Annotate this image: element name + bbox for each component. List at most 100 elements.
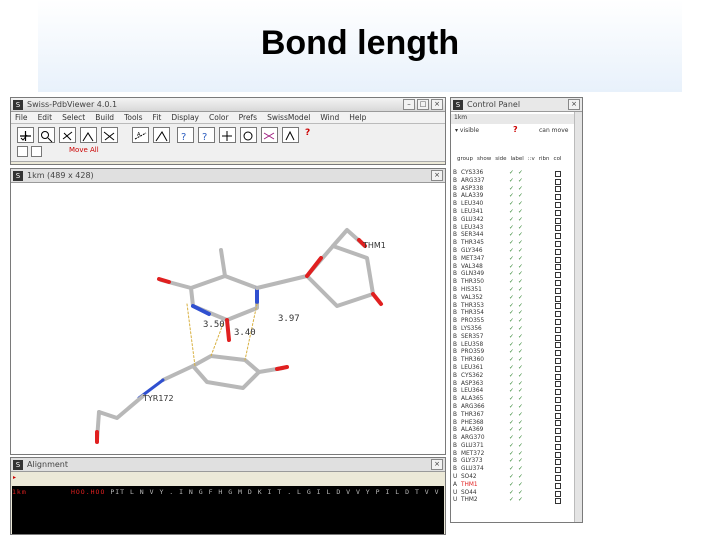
list-item[interactable]: U SO44 ✓ ✓ xyxy=(453,490,582,498)
list-item[interactable]: B PHE368 ✓ ✓ xyxy=(453,420,582,428)
mutate-button[interactable] xyxy=(261,127,278,143)
show-check-icon[interactable]: ✓ xyxy=(509,443,518,451)
show-check-icon[interactable]: ✓ xyxy=(509,170,518,178)
show-check-icon[interactable]: ✓ xyxy=(509,497,518,505)
show-check-icon[interactable]: ✓ xyxy=(509,225,518,233)
show-check-icon[interactable]: ✓ xyxy=(509,458,518,466)
side-check-icon[interactable]: ✓ xyxy=(518,365,527,373)
cp-col-show[interactable]: show xyxy=(477,156,491,162)
cp-help-icon[interactable]: ? xyxy=(513,125,518,134)
show-check-icon[interactable]: ✓ xyxy=(509,287,518,295)
show-check-icon[interactable]: ✓ xyxy=(509,310,518,318)
color-box[interactable] xyxy=(555,241,561,248)
side-check-icon[interactable]: ✓ xyxy=(518,303,527,311)
list-item[interactable]: B THR345 ✓ ✓ xyxy=(453,240,582,248)
menu-swissmodel[interactable]: SwissModel xyxy=(267,112,310,123)
show-check-icon[interactable]: ✓ xyxy=(509,342,518,350)
color-box[interactable] xyxy=(555,334,561,341)
color-box[interactable] xyxy=(555,381,561,388)
color-box[interactable] xyxy=(555,451,561,458)
show-check-icon[interactable]: ✓ xyxy=(509,240,518,248)
list-item[interactable]: B MET372 ✓ ✓ xyxy=(453,451,582,459)
color-box[interactable] xyxy=(555,209,561,216)
show-check-icon[interactable]: ✓ xyxy=(509,256,518,264)
color-box[interactable] xyxy=(555,319,561,326)
side-check-icon[interactable]: ✓ xyxy=(518,201,527,209)
small-tool-a[interactable] xyxy=(17,146,28,157)
list-item[interactable]: B THR350 ✓ ✓ xyxy=(453,279,582,287)
color-box[interactable] xyxy=(555,178,561,185)
list-item[interactable]: U SO42 ✓ ✓ xyxy=(453,474,582,482)
color-box[interactable] xyxy=(555,443,561,450)
list-item[interactable]: B LEU340 ✓ ✓ xyxy=(453,201,582,209)
side-check-icon[interactable]: ✓ xyxy=(518,178,527,186)
torsion-tool-button[interactable]: ? xyxy=(177,127,194,143)
side-check-icon[interactable]: ✓ xyxy=(518,334,527,342)
side-check-icon[interactable]: ✓ xyxy=(518,458,527,466)
menu-build[interactable]: Build xyxy=(95,112,114,123)
show-check-icon[interactable]: ✓ xyxy=(509,490,518,498)
side-check-icon[interactable]: ✓ xyxy=(518,443,527,451)
side-check-icon[interactable]: ✓ xyxy=(518,318,527,326)
side-check-icon[interactable]: ✓ xyxy=(518,310,527,318)
list-item[interactable]: B LEU364 ✓ ✓ xyxy=(453,388,582,396)
neighbors-button[interactable] xyxy=(240,127,257,143)
center-atom-button[interactable] xyxy=(219,127,236,143)
show-check-icon[interactable]: ✓ xyxy=(509,451,518,459)
show-check-icon[interactable]: ✓ xyxy=(509,217,518,225)
list-item[interactable]: B CYS362 ✓ ✓ xyxy=(453,373,582,381)
side-check-icon[interactable]: ✓ xyxy=(518,420,527,428)
list-item[interactable]: B THR354 ✓ ✓ xyxy=(453,310,582,318)
side-check-icon[interactable]: ✓ xyxy=(518,466,527,474)
list-item[interactable]: B GLY346 ✓ ✓ xyxy=(453,248,582,256)
list-item[interactable]: B LEU341 ✓ ✓ xyxy=(453,209,582,217)
side-check-icon[interactable]: ✓ xyxy=(518,427,527,435)
show-check-icon[interactable]: ✓ xyxy=(509,474,518,482)
side-check-icon[interactable]: ✓ xyxy=(518,279,527,287)
color-box[interactable] xyxy=(555,326,561,333)
side-check-icon[interactable]: ✓ xyxy=(518,342,527,350)
small-tool-b[interactable] xyxy=(31,146,42,157)
menu-tools[interactable]: Tools xyxy=(124,112,142,123)
side-check-icon[interactable]: ✓ xyxy=(518,240,527,248)
color-box[interactable] xyxy=(555,358,561,365)
show-check-icon[interactable]: ✓ xyxy=(509,193,518,201)
list-item[interactable]: B GLU374 ✓ ✓ xyxy=(453,466,582,474)
rotate-tool-button[interactable] xyxy=(59,127,76,143)
maximize-button[interactable]: □ xyxy=(417,99,429,110)
color-box[interactable] xyxy=(555,474,561,481)
list-item[interactable]: B HIS351 ✓ ✓ xyxy=(453,287,582,295)
list-item[interactable]: B GLU371 ✓ ✓ xyxy=(453,443,582,451)
side-check-icon[interactable]: ✓ xyxy=(518,490,527,498)
show-check-icon[interactable]: ✓ xyxy=(509,466,518,474)
color-box[interactable] xyxy=(555,303,561,310)
move-tool-button[interactable] xyxy=(17,127,34,143)
side-check-icon[interactable]: ✓ xyxy=(518,170,527,178)
alignment-titlebar[interactable]: S Alignment × xyxy=(11,458,445,472)
show-check-icon[interactable]: ✓ xyxy=(509,388,518,396)
list-item[interactable]: B LEU361 ✓ ✓ xyxy=(453,365,582,373)
side-check-icon[interactable]: ✓ xyxy=(518,326,527,334)
color-box[interactable] xyxy=(555,280,561,287)
show-check-icon[interactable]: ✓ xyxy=(509,365,518,373)
zoom-tool-button[interactable] xyxy=(38,127,55,143)
side-check-icon[interactable]: ✓ xyxy=(518,381,527,389)
control-panel-titlebar[interactable]: S Control Panel × xyxy=(451,98,582,112)
list-item[interactable]: B ARG366 ✓ ✓ xyxy=(453,404,582,412)
cp-col-group[interactable]: group xyxy=(457,156,473,162)
list-item[interactable]: B GLU342 ✓ ✓ xyxy=(453,217,582,225)
cp-scrollbar[interactable] xyxy=(574,112,582,522)
list-item[interactable]: B THR360 ✓ ✓ xyxy=(453,357,582,365)
side-check-icon[interactable]: ✓ xyxy=(518,474,527,482)
list-item[interactable]: B ARG370 ✓ ✓ xyxy=(453,435,582,443)
label-tool-button[interactable]: ? xyxy=(198,127,215,143)
cp-col-side[interactable]: side xyxy=(495,156,506,162)
menu-display[interactable]: Display xyxy=(171,112,199,123)
color-box[interactable] xyxy=(555,482,561,489)
show-check-icon[interactable]: ✓ xyxy=(509,232,518,240)
list-item[interactable]: B VAL352 ✓ ✓ xyxy=(453,295,582,303)
side-check-icon[interactable]: ✓ xyxy=(518,256,527,264)
color-box[interactable] xyxy=(555,225,561,232)
help-question-icon[interactable]: ? xyxy=(305,128,310,138)
show-check-icon[interactable]: ✓ xyxy=(509,435,518,443)
